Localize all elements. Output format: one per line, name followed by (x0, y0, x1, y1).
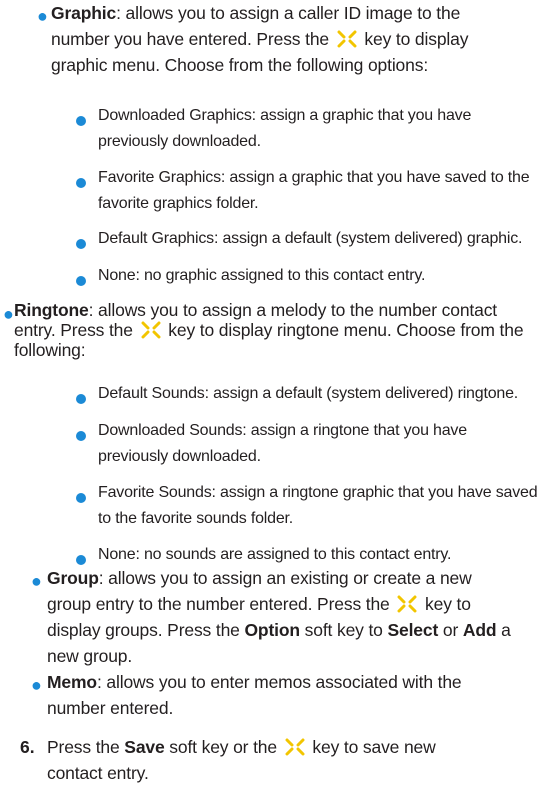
bullet-icon (76, 178, 86, 188)
bullet-icon: ● (37, 6, 48, 26)
bullet-icon (76, 239, 86, 249)
bullet-icon: ● (31, 675, 42, 695)
bullet-icon (76, 276, 86, 286)
ringtone-option-favorite: Favorite Sounds: assign a ringtone graph… (98, 484, 538, 527)
bullet-icon (76, 493, 86, 503)
graphic-option-default: Default Graphics: assign a default (syst… (98, 230, 523, 247)
group-paragraph: Group: allows you to assign an existing … (47, 565, 517, 669)
bullet-icon (76, 555, 86, 565)
ringtone-option-default: Default Sounds: assign a default (system… (98, 385, 519, 402)
navigation-key-icon (337, 30, 357, 48)
memo-label: Memo (47, 672, 97, 692)
navigation-key-icon (285, 738, 305, 756)
memo-paragraph: Memo: allows you to enter memos associat… (47, 669, 487, 721)
graphic-option-none: None: no graphic assigned to this contac… (98, 267, 426, 284)
ringtone-option-downloaded: Downloaded Sounds: assign a ringtone tha… (98, 422, 467, 465)
group-text-c: soft key to (299, 620, 388, 640)
navigation-key-icon (141, 321, 161, 339)
step6-text-a: Press the (47, 737, 125, 757)
step6-save-word: Save (124, 737, 165, 757)
step-number: 6. (20, 737, 35, 757)
bullet-icon (76, 116, 86, 126)
bullet-icon: ● (31, 571, 42, 591)
group-add-word: Add (462, 620, 497, 640)
bullet-icon (76, 431, 86, 441)
ringtone-paragraph: Ringtone: allows you to assign a melody … (14, 300, 539, 360)
graphic-option-downloaded: Downloaded Graphics: assign a graphic th… (98, 107, 472, 150)
group-select-word: Select (387, 620, 439, 640)
bullet-icon (76, 394, 86, 404)
graphic-paragraph: Graphic: allows you to assign a caller I… (51, 0, 511, 78)
graphic-label: Graphic (51, 3, 117, 23)
graphic-option-favorite: Favorite Graphics: assign a graphic that… (98, 169, 530, 212)
memo-text: : allows you to enter memos associated w… (47, 672, 462, 718)
ringtone-label: Ringtone (14, 300, 89, 320)
step6-paragraph: Press the Save soft key or the key to sa… (47, 734, 487, 786)
group-option-word: Option (244, 620, 300, 640)
bullet-icon: ● (3, 304, 14, 324)
step6-text-b: soft key or the (164, 737, 282, 757)
manual-page: ● Graphic: allows you to assign a caller… (0, 0, 553, 788)
group-text-d: or (438, 620, 463, 640)
navigation-key-icon (397, 595, 417, 613)
group-label: Group (47, 568, 99, 588)
